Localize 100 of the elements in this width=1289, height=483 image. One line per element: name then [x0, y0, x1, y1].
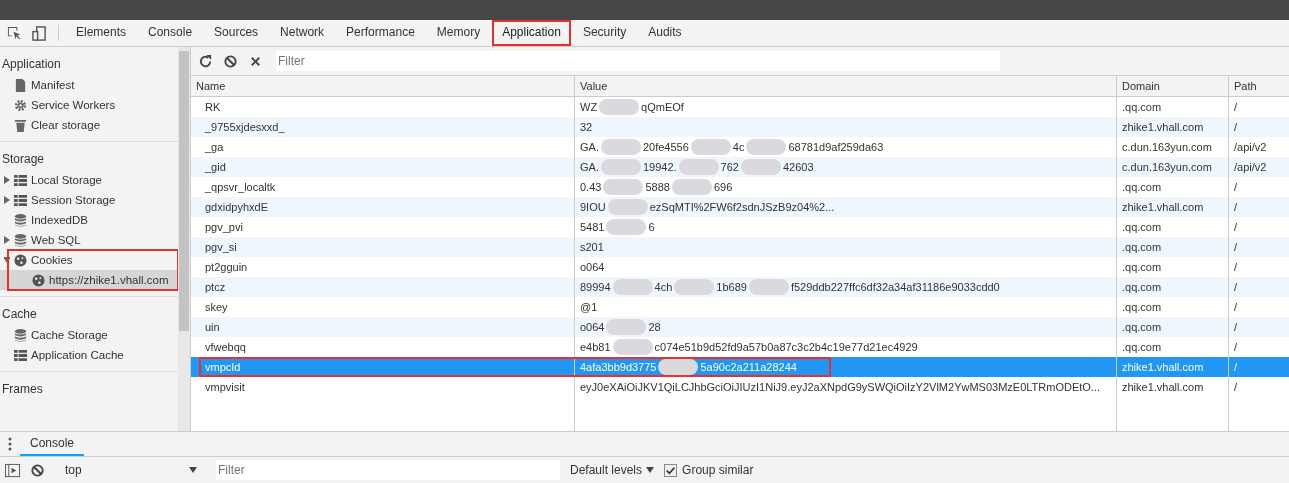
table-cell: .qq.com [1122, 301, 1162, 313]
redaction-smudge [606, 219, 647, 235]
checkbox[interactable] [664, 463, 678, 477]
panel-tab[interactable]: Security [572, 20, 637, 46]
table-cell: c.dun.163yun.com [1122, 161, 1212, 173]
panel-tab[interactable]: Application [492, 20, 571, 46]
sidebar-item[interactable]: IndexedDB [31, 214, 88, 226]
table-cell: /api/v2 [1234, 141, 1267, 153]
redaction-smudge [606, 319, 647, 335]
levels-dropdown[interactable]: Default levels [570, 463, 655, 477]
column-header[interactable]: Name [191, 76, 574, 96]
table-cell: 20fe4556 [642, 141, 689, 153]
expand-arrow-icon[interactable] [4, 176, 10, 184]
table-cell: / [1234, 201, 1238, 213]
inspect-icon[interactable] [7, 25, 22, 41]
context-dropdown[interactable]: top [63, 463, 199, 477]
table-cell: f529ddb227ffc6df32a34af31186e9033cdd0 [790, 281, 1000, 293]
table-cell: / [1234, 281, 1238, 293]
table-cell: 5a90c2a211a28244 [700, 361, 797, 373]
table-cell: /api/v2 [1234, 161, 1267, 173]
expand-arrow-icon[interactable] [4, 236, 10, 244]
table-cell: zhike1.vhall.com [1122, 361, 1204, 373]
table-cell: c074e51b9d52fd9a57b0a87c3c2b4c19e77d21ec4929 [654, 341, 918, 353]
table-cell: eyJ0eXAiOiJKV1QiLCJhbGciOiJIUzI1NiJ9.eyJ2aXNpdG9ySWQiOiIzY2VlM2YwMS03MzE0LTRmODEtO... [580, 381, 1100, 393]
table-cell: qQmEOf [641, 101, 684, 113]
table-cell: e4b81 [580, 341, 611, 353]
table-cell: 68781d9af259da63 [788, 141, 884, 153]
section-heading: Application [1, 56, 62, 73]
section-heading: Cache [1, 306, 38, 323]
cookie-icon [14, 253, 27, 267]
table-cell: / [1234, 381, 1238, 393]
more-icon[interactable] [8, 437, 12, 451]
table-cell: RK [205, 101, 221, 113]
panel-tab[interactable]: Memory [426, 20, 491, 46]
sidebar-item[interactable]: Service Workers [31, 99, 116, 111]
table-cell: 42603 [782, 161, 814, 173]
table-cell: / [1234, 121, 1238, 133]
table-cell: 4ch [654, 281, 673, 293]
scrollbar[interactable] [178, 47, 190, 431]
table-cell: .qq.com [1122, 241, 1162, 253]
redaction-smudge [690, 139, 731, 155]
redaction-smudge [671, 179, 712, 195]
table-cell: o064 [580, 321, 605, 333]
column-header[interactable]: Domain [1116, 76, 1228, 96]
table-cell: 9IOU [580, 201, 606, 213]
sidebar-item[interactable]: Application Cache [31, 349, 124, 361]
redaction-smudge [603, 179, 644, 195]
drawer-tab[interactable]: Console [20, 432, 85, 456]
database-icon [14, 233, 27, 247]
checkbox-label[interactable]: Group similar [682, 463, 754, 477]
panel-tab[interactable]: Sources [204, 20, 269, 46]
table-cell: / [1234, 101, 1238, 113]
table-cell: WZ [580, 101, 598, 113]
table-cell: 89994 [580, 281, 611, 293]
table-cell: .qq.com [1122, 261, 1162, 273]
clear-icon[interactable] [223, 53, 238, 69]
table-cell: _ga [205, 141, 224, 153]
table-cell: pgv_pvi [205, 221, 243, 233]
expand-arrow-icon[interactable] [4, 196, 10, 204]
sidebar-item[interactable]: Cookies [31, 254, 73, 266]
panel-tab[interactable]: Performance [336, 20, 425, 46]
clear-icon[interactable] [30, 462, 45, 478]
database-icon [14, 328, 27, 342]
refresh-icon[interactable] [198, 53, 213, 69]
filter-field[interactable]: Filter [276, 51, 1000, 71]
table-cell: c.dun.163yun.com [1122, 141, 1212, 153]
console-filter-field[interactable]: Filter [216, 460, 560, 480]
sidebar-item[interactable]: Web SQL [31, 234, 81, 246]
sidebar-item[interactable]: Cache Storage [31, 329, 108, 341]
gear-icon [14, 98, 27, 112]
sidebar-item[interactable]: Manifest [31, 79, 75, 91]
sidebar-item[interactable]: Clear storage [31, 119, 101, 131]
redaction-smudge [746, 139, 787, 155]
database-icon [14, 213, 27, 227]
table-cell: uin [205, 321, 220, 333]
table-cell: GA. [580, 141, 599, 153]
table-cell: s201 [580, 241, 604, 253]
table-cell: .qq.com [1122, 341, 1162, 353]
table-cell: ptcz [205, 281, 226, 293]
table-cell: GA. [580, 161, 599, 173]
grid-icon [14, 173, 27, 187]
table-cell: vfwebqq [205, 341, 246, 353]
panel-tab[interactable]: Audits [638, 20, 692, 46]
table-cell: 32 [580, 121, 593, 133]
redaction-smudge [607, 199, 648, 215]
table-cell: / [1234, 221, 1238, 233]
panel-tab[interactable]: Console [138, 20, 203, 46]
sidebar-item[interactable]: Local Storage [31, 174, 102, 186]
panel-tab[interactable]: Elements [66, 20, 137, 46]
table-cell: pgv_si [205, 241, 237, 253]
sidebar-toggle-icon[interactable] [5, 462, 20, 478]
table-cell: ezSqMTI%2FW6f2sdnJSzB9z04%2... [649, 201, 835, 213]
column-header[interactable]: Value [574, 76, 1116, 96]
device-icon[interactable] [32, 25, 47, 41]
column-header[interactable]: Path [1228, 76, 1289, 96]
cookie-icon [32, 273, 45, 287]
sidebar-item[interactable]: Session Storage [31, 194, 116, 206]
checkmark-icon [665, 464, 677, 476]
expand-arrow-icon[interactable] [4, 256, 10, 264]
panel-tab[interactable]: Network [270, 20, 335, 46]
